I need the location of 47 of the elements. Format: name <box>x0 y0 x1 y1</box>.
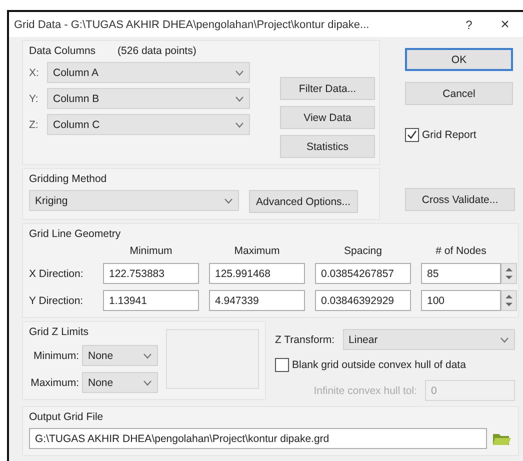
input-field[interactable]: 85 <box>421 263 501 284</box>
dialog-button[interactable]: OK <box>405 48 513 71</box>
group-label: Grid Z Limits <box>29 326 89 338</box>
input-field[interactable]: 122.753883 <box>103 263 199 284</box>
column-dropdown[interactable]: Column A <box>47 62 250 83</box>
column-header: Spacing <box>343 245 383 257</box>
transform-dropdown[interactable]: Linear <box>342 329 515 350</box>
axis-label: Y: <box>29 92 40 104</box>
dialog-button[interactable]: View Data <box>280 106 375 129</box>
input-field[interactable]: 100 <box>421 290 501 311</box>
column-header: Maximum <box>233 245 281 257</box>
advanced-options-button[interactable]: Advanced Options... <box>249 190 358 213</box>
input-field[interactable]: 1.13941 <box>103 290 199 311</box>
dialog-button[interactable]: Filter Data... <box>280 77 375 100</box>
dialog-button[interactable]: Statistics <box>280 135 375 158</box>
limit-dropdown[interactable]: None <box>82 345 158 366</box>
axis-label: X: <box>29 66 40 78</box>
axis-label: Z: <box>29 118 40 130</box>
window-title: Grid Data - G:\TUGAS AKHIR DHEA\pengolahan\Project\kontur dipake... <box>14 18 370 30</box>
row-label: Y Direction: <box>29 294 84 306</box>
close-button[interactable]: × <box>487 16 523 33</box>
input-field[interactable]: 125.991468 <box>209 263 305 284</box>
input-field[interactable]: 0.03854267857 <box>315 263 411 284</box>
field-label: Minimum: <box>32 350 79 362</box>
field-label: Infinite convex hull tol: <box>314 384 417 396</box>
cross-validate-button[interactable]: Cross Validate... <box>405 188 515 211</box>
method-dropdown[interactable]: Kriging <box>29 190 239 211</box>
dialog-button[interactable]: Cancel <box>405 82 513 105</box>
field-label: Maximum: <box>30 376 79 388</box>
group-label: Gridding Method <box>29 173 107 185</box>
group-label: Output Grid File <box>29 411 104 423</box>
blank-grid-checkbox[interactable]: Blank grid outside convex hull of data <box>275 358 515 372</box>
input-field[interactable]: 0.03846392929 <box>315 290 411 311</box>
column-dropdown[interactable]: Column C <box>47 114 250 135</box>
group-label: Grid Line Geometry <box>29 228 121 240</box>
field-label: Z Transform: <box>275 334 335 346</box>
column-dropdown[interactable]: Column B <box>47 88 250 109</box>
grid-report-checkbox[interactable]: Grid Report <box>405 128 515 142</box>
column-header: # of Nodes <box>434 245 488 257</box>
data-count: (526 data points) <box>118 45 196 57</box>
row-label: X Direction: <box>29 268 84 280</box>
input-field[interactable]: G:\TUGAS AKHIR DHEA\pengolahan\Project\kontur dipake.grd <box>29 428 487 449</box>
column-header: Minimum <box>128 245 174 257</box>
group-label: Data Columns <box>29 45 96 57</box>
limit-dropdown[interactable]: None <box>82 372 158 393</box>
help-button[interactable]: ? <box>451 18 487 32</box>
input-field[interactable]: 4.947339 <box>209 290 305 311</box>
